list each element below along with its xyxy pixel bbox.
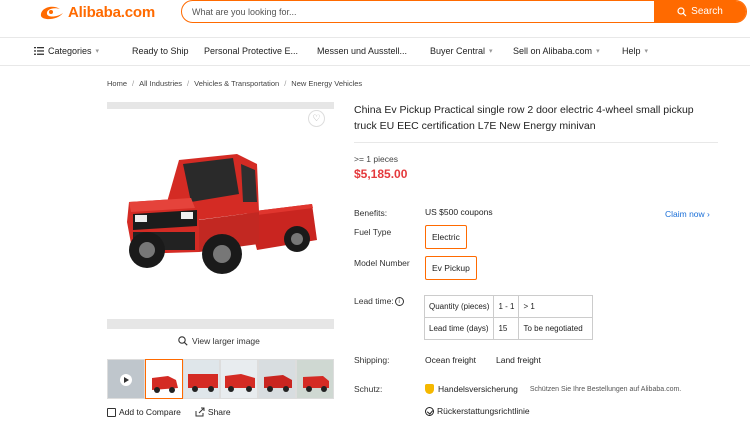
breadcrumb-vehicles[interactable]: Vehicles & Transportation: [194, 79, 279, 88]
product-price: $5,185.00: [354, 167, 408, 181]
breadcrumb-home[interactable]: Home: [107, 79, 127, 88]
lead-time-label-row: Lead time: i: [354, 296, 404, 307]
nav-categories[interactable]: Categories ▾: [34, 46, 99, 56]
chevron-down-icon: ▾: [95, 48, 100, 55]
thumbnail-image[interactable]: [182, 359, 221, 399]
thumbnail-video[interactable]: [107, 359, 145, 399]
top-nav: Categories ▾ Ready to Ship Personal Prot…: [0, 37, 750, 66]
breadcrumb-all-industries[interactable]: All Industries: [139, 79, 182, 88]
table-cell: > 1: [518, 295, 594, 318]
thumbnail-image[interactable]: [258, 359, 297, 399]
nav-help[interactable]: Help ▾: [622, 46, 648, 56]
checkbox-icon: [107, 407, 116, 417]
shipping-option-ocean: Ocean freight: [425, 355, 477, 365]
trade-assurance-label[interactable]: Handelsversicherung: [438, 384, 518, 394]
logo-text: Alibaba.com: [68, 3, 155, 21]
benefits-label: Benefits:: [354, 208, 388, 218]
truck-thumbnail: [297, 360, 333, 398]
breadcrumb-new-energy[interactable]: New Energy Vehicles: [291, 79, 362, 88]
thumbnail-image[interactable]: [296, 359, 334, 399]
gallery-actions: Add to Compare Share: [107, 407, 231, 417]
schutz-label: Schutz:: [354, 384, 383, 394]
search-button-label: Search: [691, 6, 723, 17]
lead-time-label: Lead time:: [354, 296, 394, 306]
shipping-option-land: Land freight: [496, 355, 541, 365]
table-cell: Quantity (pieces): [423, 295, 495, 318]
divider: [354, 142, 718, 143]
nav-personal-protective[interactable]: Personal Protective E...: [204, 46, 298, 56]
shipping-label: Shipping:: [354, 355, 390, 365]
breadcrumb-separator: /: [132, 79, 135, 88]
alibaba-logo[interactable]: Alibaba.com: [38, 2, 155, 22]
truck-thumbnail: [259, 360, 296, 398]
table-row: Lead time (days) 15 To be negotiated: [423, 317, 594, 340]
nav-label: Messen und Ausstell...: [317, 46, 408, 56]
chevron-down-icon: ▾: [644, 48, 649, 55]
breadcrumb-separator: /: [187, 79, 190, 88]
min-order-quantity: >= 1 pieces: [354, 154, 398, 164]
refund-policy-label: Rückerstattungsrichtlinie: [437, 406, 530, 416]
model-number-label: Model Number: [354, 258, 410, 268]
nav-categories-label: Categories: [48, 46, 92, 56]
zoom-icon: [178, 336, 188, 346]
chevron-down-icon: ▾: [489, 48, 493, 55]
search-button[interactable]: Search: [654, 1, 746, 22]
shield-icon: [425, 384, 434, 394]
table-cell: 1 - 1: [493, 295, 520, 318]
view-larger-label: View larger image: [192, 336, 260, 346]
share-button[interactable]: Share: [195, 407, 231, 417]
lead-time-table: Quantity (pieces) 1 - 1 > 1 Lead time (d…: [423, 295, 594, 340]
trade-assurance-note: Schützen Sie Ihre Bestellungen auf Aliba…: [529, 385, 682, 393]
product-title: China Ev Pickup Practical single row 2 d…: [354, 104, 694, 132]
nav-label: Personal Protective E...: [204, 46, 299, 56]
trade-assurance-row: Handelsversicherung Schützen Sie Ihre Be…: [425, 384, 681, 394]
nav-buyer-central[interactable]: Buyer Central ▾: [430, 46, 493, 56]
header: Alibaba.com Search: [0, 0, 750, 36]
image-bottom-bar: [107, 319, 334, 329]
table-cell: 15: [493, 317, 520, 340]
share-label: Share: [207, 407, 231, 417]
truck-image: [127, 154, 317, 274]
thumbnail-strip: [107, 359, 334, 399]
table-cell: To be negotiated: [518, 317, 594, 340]
info-icon[interactable]: i: [394, 297, 404, 307]
menu-icon: [34, 47, 44, 55]
add-to-compare-button[interactable]: Add to Compare: [107, 407, 181, 417]
search-input[interactable]: [192, 4, 642, 20]
table-cell: Lead time (days): [423, 317, 495, 340]
breadcrumb: Home / All Industries / Vehicles & Transpo…: [107, 79, 362, 88]
thumbnail-image[interactable]: [144, 359, 183, 399]
search-bar: Search: [181, 0, 747, 23]
check-circle-icon: [425, 406, 434, 416]
truck-thumbnail: [183, 360, 220, 398]
nav-label: Help: [622, 46, 641, 56]
add-to-compare-label: Add to Compare: [119, 407, 181, 417]
truck-thumbnail: [221, 360, 258, 398]
fuel-type-label: Fuel Type: [354, 227, 392, 237]
thumbnail-image[interactable]: [220, 359, 259, 399]
search-icon: [677, 6, 687, 16]
view-larger-image-link[interactable]: View larger image: [178, 336, 260, 346]
nav-label: Sell on Alibaba.com: [513, 46, 593, 56]
play-icon: [120, 374, 132, 386]
nav-messen[interactable]: Messen und Ausstell...: [317, 46, 407, 56]
table-row: Quantity (pieces) 1 - 1 > 1: [423, 295, 594, 318]
claim-now-link[interactable]: Claim now ›: [665, 209, 710, 219]
share-icon: [195, 407, 205, 417]
main-product-image[interactable]: ♡: [107, 102, 334, 329]
truck-thumbnail: [145, 360, 182, 398]
benefits-value: US $500 coupons: [425, 207, 493, 217]
chevron-down-icon: ▾: [596, 48, 600, 55]
nav-label: Ready to Ship: [132, 46, 189, 56]
nav-label: Buyer Central: [430, 46, 486, 56]
nav-ready-to-ship[interactable]: Ready to Ship: [132, 46, 189, 56]
alibaba-logo-icon: [38, 2, 66, 22]
refund-policy-row[interactable]: Rückerstattungsrichtlinie: [425, 406, 530, 416]
breadcrumb-separator: /: [284, 79, 287, 88]
model-number-option-ev-pickup[interactable]: Ev Pickup: [425, 256, 477, 280]
nav-sell-on-alibaba[interactable]: Sell on Alibaba.com ▾: [513, 46, 600, 56]
fuel-type-option-electric[interactable]: Electric: [425, 225, 467, 249]
